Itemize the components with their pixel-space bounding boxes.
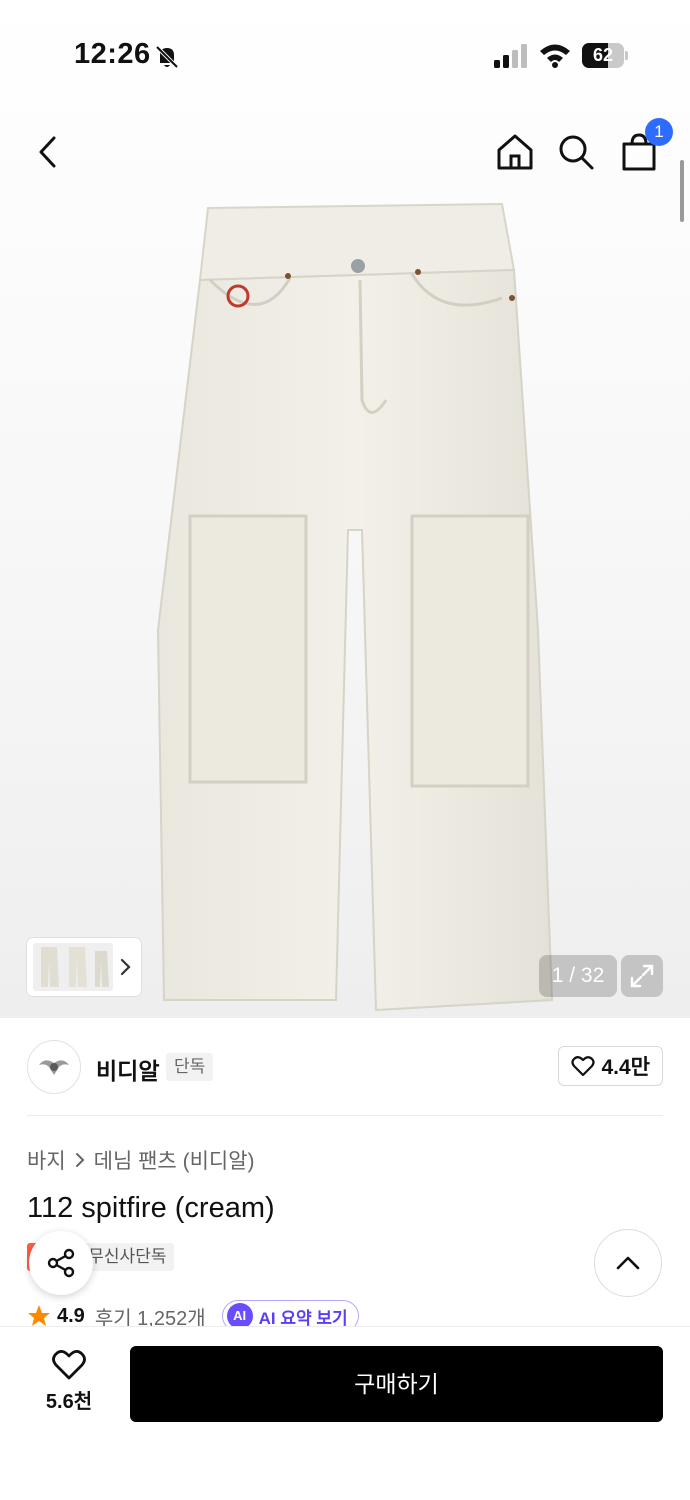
- battery-level: 62: [592, 45, 614, 65]
- chevron-right-icon: [75, 1153, 85, 1167]
- divider: [27, 1115, 663, 1116]
- expand-button[interactable]: [621, 955, 663, 997]
- home-icon: [497, 134, 533, 170]
- expand-icon: [630, 964, 654, 988]
- brand-emblem-icon: [39, 1060, 69, 1075]
- brand-like-button[interactable]: 4.4만: [558, 1046, 663, 1086]
- rating-value: 4.9: [57, 1304, 85, 1327]
- chevron-left-icon: [39, 136, 56, 168]
- musinsa-exclusive-tag: 무신사단독: [80, 1243, 175, 1271]
- brand-row: 비디알 단독 4.4만: [27, 1040, 663, 1096]
- brand-like-count: 4.4만: [601, 1056, 650, 1079]
- chevron-up-icon: [616, 1256, 640, 1270]
- heart-icon: [571, 1056, 596, 1077]
- product-title: 112 spitfire (cream): [27, 1192, 275, 1224]
- thumbnail-image[interactable]: [33, 943, 113, 991]
- product-image-gallery[interactable]: 1 1 / 32: [0, 0, 690, 1018]
- breadcrumb-item-denim[interactable]: 데님 팬츠 (비디알): [94, 1145, 255, 1175]
- bell-off-icon: [155, 45, 179, 69]
- brand-logo[interactable]: [27, 1040, 81, 1094]
- scrollbar[interactable]: [680, 160, 684, 222]
- cart-button[interactable]: 1: [617, 118, 673, 174]
- home-button[interactable]: [493, 130, 537, 174]
- share-icon: [47, 1248, 75, 1278]
- exclusive-tag: 단독: [166, 1053, 214, 1081]
- wishlist-count: 5.6천: [45, 1391, 93, 1413]
- breadcrumb-item-pants[interactable]: 바지: [27, 1145, 66, 1175]
- status-time: 12:26: [74, 38, 151, 70]
- wifi-icon: [540, 44, 570, 68]
- scroll-to-top-button[interactable]: [594, 1229, 662, 1297]
- breadcrumb: 바지 데님 팬츠 (비디알): [27, 1145, 255, 1175]
- cart-count-badge: 1: [645, 118, 673, 146]
- product-image-pants: [156, 202, 554, 1012]
- ai-summary-label: AI 요약 보기: [258, 1308, 348, 1328]
- heart-icon: [52, 1350, 86, 1380]
- search-button[interactable]: [554, 130, 598, 174]
- thumbnail-strip[interactable]: [27, 938, 141, 996]
- bottom-action-bar: 5.6천 구매하기: [0, 1326, 690, 1500]
- status-bar: 12:26 62: [0, 0, 690, 100]
- signal-icon: [494, 44, 527, 68]
- image-counter: 1 / 32: [539, 955, 617, 997]
- star-icon: [28, 1305, 50, 1326]
- share-button[interactable]: [29, 1231, 93, 1295]
- wishlist-button[interactable]: 5.6천: [30, 1349, 108, 1421]
- back-button[interactable]: [26, 130, 70, 174]
- battery-icon: 62: [582, 43, 628, 68]
- search-icon: [559, 135, 594, 170]
- brand-name[interactable]: 비디알: [96, 1052, 159, 1086]
- buy-button[interactable]: 구매하기: [130, 1346, 663, 1422]
- chevron-right-icon: [120, 958, 131, 976]
- thumbnail-pants-icon: [41, 947, 109, 987]
